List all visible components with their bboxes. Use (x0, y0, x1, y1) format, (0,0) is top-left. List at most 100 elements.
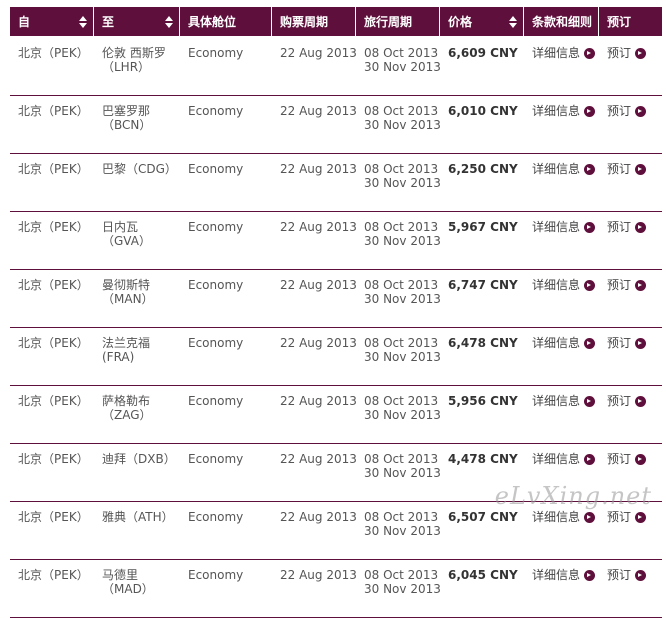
book-cell: 预订 (599, 386, 662, 444)
book-label: 预订 (607, 568, 632, 582)
circle-arrow-right-icon[interactable] (584, 105, 596, 117)
circle-arrow-right-icon[interactable] (584, 163, 596, 175)
circle-arrow-right-icon[interactable] (635, 279, 647, 291)
travel-start: 08 Oct 2013 (364, 104, 439, 118)
ticketing-cell: 22 Aug 2013 (272, 212, 356, 270)
destination-code: （LHR） (102, 60, 151, 74)
book-link[interactable]: 预订 (607, 278, 647, 292)
book-cell: 预订 (599, 212, 662, 270)
travel-start: 08 Oct 2013 (364, 162, 439, 176)
table-row: 北京（PEK） 马德里 （MAD） Economy 22 Aug 2013 08 Oct … (10, 560, 662, 618)
book-cell: 预订 (599, 154, 662, 212)
book-label: 预订 (607, 394, 632, 408)
details-link[interactable]: 详细信息 (532, 336, 596, 350)
details-link[interactable]: 详细信息 (532, 278, 596, 292)
column-header[interactable]: 至 (94, 7, 180, 36)
from-cell: 北京（PEK） (10, 560, 94, 618)
details-label: 详细信息 (532, 394, 581, 408)
price-text: 6,010 CNY (448, 104, 518, 118)
book-link[interactable]: 预订 (607, 568, 647, 582)
circle-arrow-right-icon[interactable] (584, 221, 596, 233)
sort-arrows-icon[interactable] (165, 15, 173, 28)
cabin-text: Economy (188, 46, 244, 60)
details-cell: 详细信息 (524, 560, 599, 618)
book-link[interactable]: 预订 (607, 104, 647, 118)
circle-arrow-right-icon[interactable] (635, 395, 647, 407)
details-label: 详细信息 (532, 510, 581, 524)
circle-arrow-right-icon[interactable] (635, 105, 647, 117)
circle-arrow-right-icon[interactable] (635, 221, 647, 233)
circle-arrow-right-icon[interactable] (635, 453, 647, 465)
table-body: 北京（PEK） 伦敦 西斯罗 （LHR） Economy 22 Aug 2013 08 O… (10, 36, 662, 618)
details-cell: 详细信息 (524, 36, 599, 96)
book-cell: 预订 (599, 502, 662, 560)
book-link[interactable]: 预订 (607, 394, 647, 408)
details-link[interactable]: 详细信息 (532, 162, 596, 176)
book-cell: 预订 (599, 328, 662, 386)
column-header[interactable]: 价格 (440, 7, 524, 36)
travel-cell: 08 Oct 2013 30 Nov 2013 (356, 560, 440, 618)
circle-arrow-right-icon[interactable] (635, 569, 647, 581)
circle-arrow-right-icon[interactable] (584, 395, 596, 407)
circle-arrow-right-icon[interactable] (584, 511, 596, 523)
details-link[interactable]: 详细信息 (532, 452, 596, 466)
book-label: 预订 (607, 510, 632, 524)
ticketing-date: 22 Aug 2013 (280, 220, 356, 234)
column-header[interactable]: 自 (10, 7, 94, 36)
destination-code: （MAD） (102, 582, 154, 596)
book-link[interactable]: 预订 (607, 336, 647, 350)
travel-end: 30 Nov 2013 (364, 292, 440, 306)
details-link[interactable]: 详细信息 (532, 510, 596, 524)
details-label: 详细信息 (532, 336, 581, 350)
details-cell: 详细信息 (524, 328, 599, 386)
ticketing-date: 22 Aug 2013 (280, 104, 356, 118)
from-cell: 北京（PEK） (10, 386, 94, 444)
book-link[interactable]: 预订 (607, 510, 647, 524)
book-link[interactable]: 预订 (607, 162, 647, 176)
origin-text: 北京（PEK） (18, 336, 89, 350)
table-row: 北京（PEK） 巴塞罗那 （BCN） Economy 22 Aug 2013 08 Oct… (10, 96, 662, 154)
ticketing-cell: 22 Aug 2013 (272, 560, 356, 618)
destination-name: 法兰克福 (102, 336, 151, 350)
sort-arrows-icon[interactable] (79, 15, 87, 28)
details-link[interactable]: 详细信息 (532, 220, 596, 234)
ticketing-cell: 22 Aug 2013 (272, 444, 356, 502)
cabin-cell: Economy (180, 444, 272, 502)
travel-cell: 08 Oct 2013 30 Nov 2013 (356, 96, 440, 154)
circle-arrow-right-icon[interactable] (635, 337, 647, 349)
travel-cell: 08 Oct 2013 30 Nov 2013 (356, 328, 440, 386)
circle-arrow-right-icon[interactable] (584, 569, 596, 581)
ticketing-cell: 22 Aug 2013 (272, 386, 356, 444)
price-cell: 5,956 CNY (440, 386, 524, 444)
sort-arrows-icon[interactable] (509, 15, 517, 28)
circle-arrow-right-icon[interactable] (584, 279, 596, 291)
circle-arrow-right-icon[interactable] (584, 47, 596, 59)
travel-start: 08 Oct 2013 (364, 336, 439, 350)
destination-name: 日内瓦 (102, 220, 139, 234)
book-link[interactable]: 预订 (607, 46, 647, 60)
details-link[interactable]: 详细信息 (532, 394, 596, 408)
price-text: 6,609 CNY (448, 46, 518, 60)
price-cell: 5,967 CNY (440, 212, 524, 270)
travel-cell: 08 Oct 2013 30 Nov 2013 (356, 502, 440, 560)
from-cell: 北京（PEK） (10, 270, 94, 328)
circle-arrow-right-icon[interactable] (635, 163, 647, 175)
ticketing-cell: 22 Aug 2013 (272, 36, 356, 96)
circle-arrow-right-icon[interactable] (584, 453, 596, 465)
circle-arrow-right-icon[interactable] (635, 511, 647, 523)
book-link[interactable]: 预订 (607, 220, 647, 234)
details-link[interactable]: 详细信息 (532, 46, 596, 60)
details-cell: 详细信息 (524, 502, 599, 560)
to-cell: 曼彻斯特 （MAN） (94, 270, 180, 328)
travel-start: 08 Oct 2013 (364, 220, 439, 234)
details-label: 详细信息 (532, 220, 581, 234)
column-header: 购票周期 (272, 7, 356, 36)
origin-text: 北京（PEK） (18, 162, 89, 176)
price-text: 5,967 CNY (448, 220, 518, 234)
details-link[interactable]: 详细信息 (532, 568, 596, 582)
book-cell: 预订 (599, 36, 662, 96)
book-link[interactable]: 预订 (607, 452, 647, 466)
circle-arrow-right-icon[interactable] (635, 47, 647, 59)
circle-arrow-right-icon[interactable] (584, 337, 596, 349)
details-link[interactable]: 详细信息 (532, 104, 596, 118)
